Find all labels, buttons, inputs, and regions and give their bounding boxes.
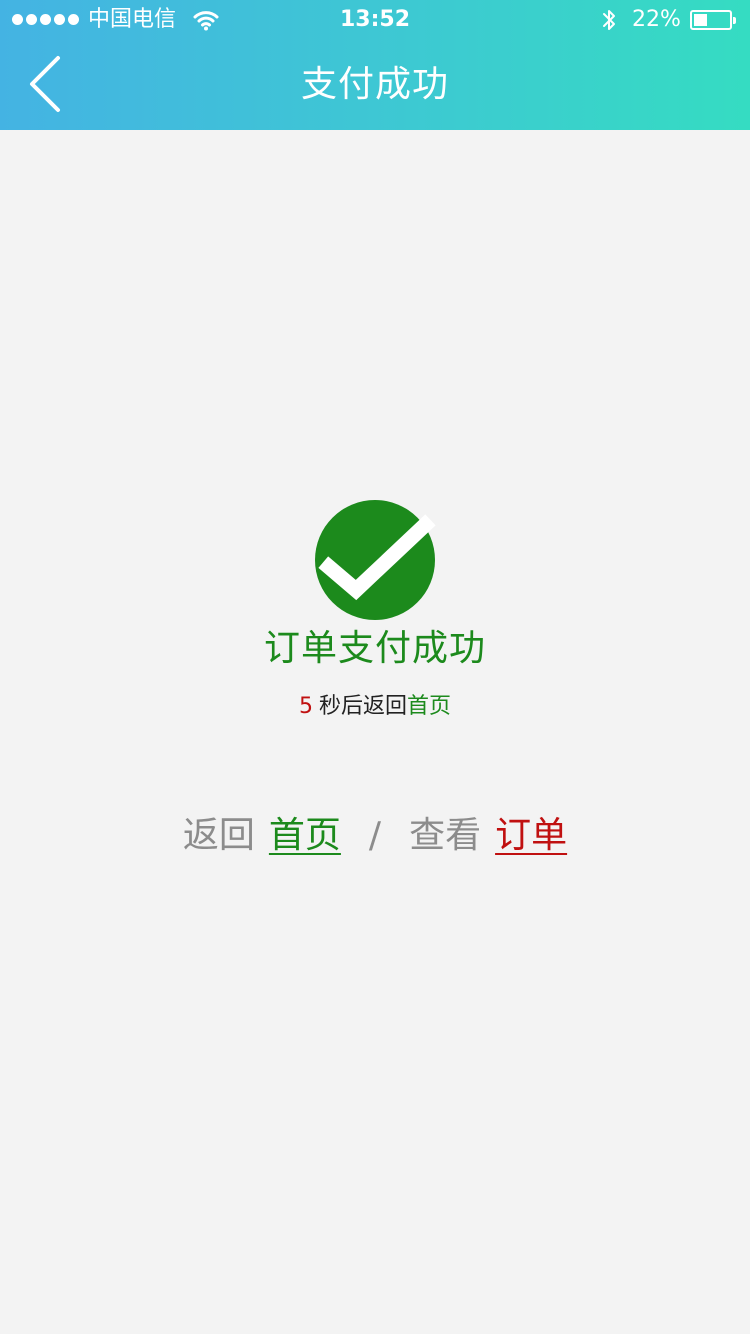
view-label: 查看 bbox=[409, 815, 482, 856]
checkmark-circle-icon bbox=[315, 500, 436, 620]
header: 中国电信 13:52 22% 支付成功 bbox=[0, 0, 750, 130]
link-separator: / bbox=[368, 815, 382, 856]
bluetooth-icon bbox=[603, 10, 615, 30]
home-link[interactable]: 首页 bbox=[269, 815, 341, 856]
battery-percent: 22% bbox=[632, 7, 681, 32]
countdown-label: 秒后返回 bbox=[318, 694, 407, 719]
back-label: 返回 bbox=[182, 815, 255, 856]
page-title: 支付成功 bbox=[300, 64, 449, 105]
countdown-number: 5 bbox=[298, 694, 313, 719]
battery-fill bbox=[694, 14, 707, 26]
countdown-home-link[interactable]: 首页 bbox=[407, 694, 451, 719]
countdown-text: 5 秒后返回首页 bbox=[0, 692, 750, 722]
battery-icon bbox=[690, 10, 736, 30]
action-links: 返回 首页 / 查看 订单 bbox=[0, 812, 750, 860]
success-message: 订单支付成功 bbox=[263, 628, 486, 669]
status-bar: 中国电信 13:52 22% bbox=[0, 0, 750, 40]
order-link[interactable]: 订单 bbox=[495, 815, 567, 856]
